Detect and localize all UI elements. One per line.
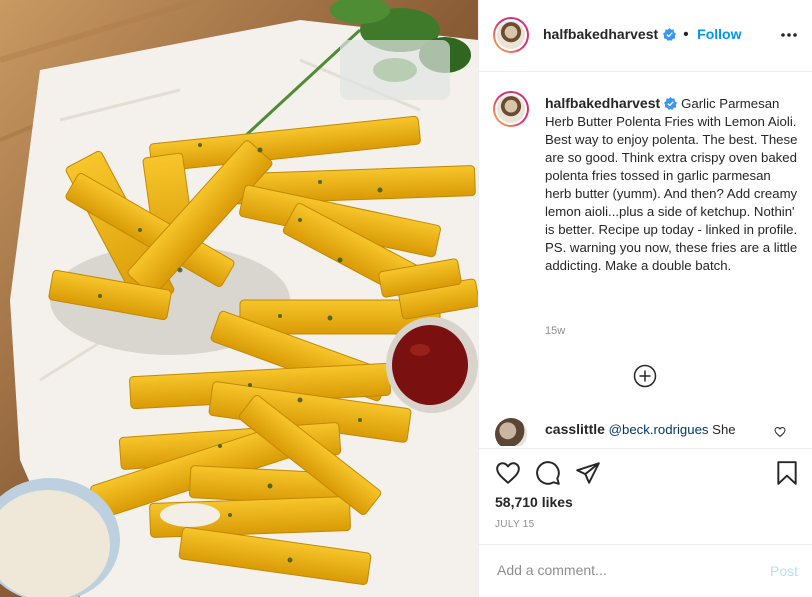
share-icon[interactable] bbox=[575, 460, 601, 486]
post-header: halfbakedharvest • Follow bbox=[479, 0, 812, 72]
header-separator: • bbox=[683, 26, 689, 43]
comment-mention[interactable]: @beck.rodrigues bbox=[609, 422, 709, 437]
comment-like-icon[interactable] bbox=[774, 426, 786, 438]
commenter-username[interactable]: casslittle bbox=[545, 421, 605, 437]
comment-body: casslittle @beck.rodrigues She bbox=[545, 420, 775, 439]
post-side-panel: halfbakedharvest • Follow halfbakedharve… bbox=[478, 0, 812, 597]
post-date[interactable]: JULY 15 bbox=[495, 519, 535, 530]
likes-count[interactable]: 58,710 likes bbox=[495, 494, 573, 510]
author-avatar[interactable] bbox=[493, 17, 529, 53]
heart-icon[interactable] bbox=[495, 460, 521, 486]
polenta-fries-image bbox=[0, 0, 478, 597]
caption-avatar[interactable] bbox=[493, 91, 529, 127]
follow-button[interactable]: Follow bbox=[697, 26, 741, 42]
bookmark-icon[interactable] bbox=[775, 460, 799, 486]
caption-username[interactable]: halfbakedharvest bbox=[545, 95, 660, 111]
comment-item: casslittle @beck.rodrigues She bbox=[495, 418, 795, 446]
caption-text: Garlic Parmesan Herb Butter Polenta Frie… bbox=[545, 96, 798, 273]
add-comment-input[interactable] bbox=[495, 561, 749, 579]
comment-text: She bbox=[712, 422, 736, 437]
post-caption: halfbakedharvest Garlic Parmesan Herb Bu… bbox=[545, 94, 799, 275]
header-user-line: halfbakedharvest • Follow bbox=[543, 26, 741, 44]
comment-icon[interactable] bbox=[535, 460, 561, 486]
verified-badge-icon bbox=[664, 97, 678, 110]
caption-timestamp[interactable]: 15w bbox=[545, 325, 565, 337]
action-bar: 58,710 likes JULY 15 bbox=[479, 448, 812, 544]
post-photo[interactable] bbox=[0, 0, 478, 597]
post-comment-button[interactable]: Post bbox=[770, 563, 798, 579]
verified-badge-icon bbox=[662, 28, 676, 41]
add-comment-bar: Post bbox=[479, 544, 812, 597]
plus-circle-icon[interactable] bbox=[633, 364, 657, 388]
more-horizontal-icon[interactable] bbox=[780, 26, 798, 44]
author-username[interactable]: halfbakedharvest bbox=[543, 26, 658, 42]
commenter-avatar[interactable] bbox=[495, 418, 527, 446]
